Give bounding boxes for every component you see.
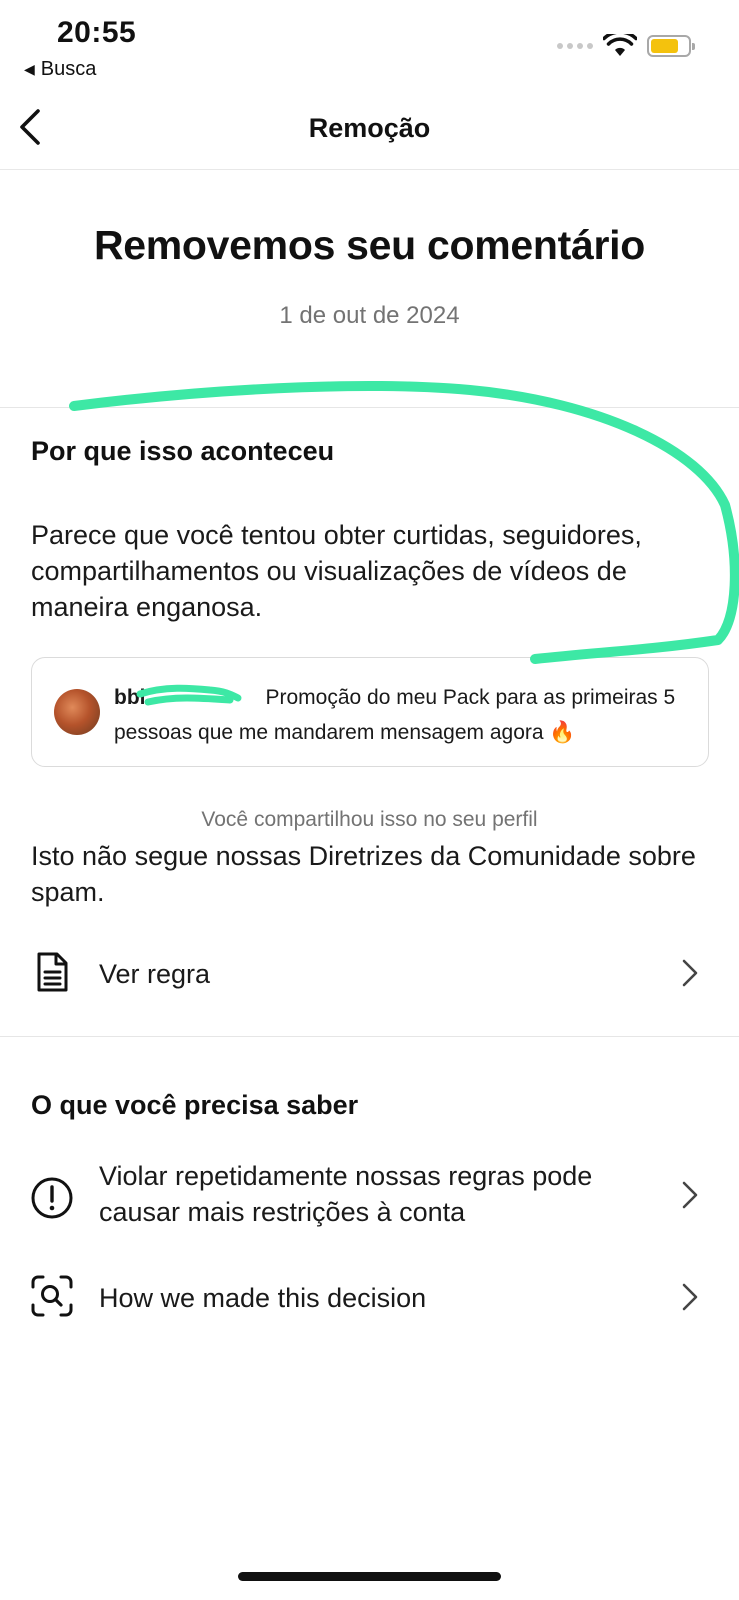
page-title: Remoção — [308, 113, 431, 143]
violations-info-row[interactable]: Violar repetidamente nossas regras pode … — [0, 1158, 739, 1238]
section-divider — [0, 1036, 739, 1037]
guideline-text: Isto não segue nossas Diretrizes da Comu… — [31, 841, 696, 907]
avatar — [54, 689, 100, 735]
need-to-know-title: O que você precisa saber — [31, 1090, 359, 1120]
home-indicator[interactable] — [238, 1572, 501, 1581]
comment-text: bbi Promoção do meu Pack para as primeira… — [114, 680, 684, 750]
chevron-right-icon — [682, 1283, 698, 1311]
see-rule-label: Ver regra — [99, 959, 211, 989]
removed-comment-card: bbi Promoção do meu Pack para as primeira… — [31, 657, 709, 767]
back-app-label: Busca — [40, 58, 97, 80]
search-scan-icon — [31, 1275, 73, 1317]
section-divider — [0, 407, 739, 408]
comment-body: Promoção do meu Pack para as primeiras 5… — [114, 686, 676, 744]
document-icon — [37, 952, 68, 992]
decision-info-label: How we made this decision — [99, 1283, 427, 1313]
battery-icon — [647, 35, 695, 57]
why-explanation: Parece que você tentou obter curtidas, s… — [31, 520, 642, 622]
see-rule-row[interactable]: Ver regra — [0, 944, 739, 1004]
chevron-right-icon — [682, 959, 698, 987]
comment-username: bbi — [114, 686, 146, 709]
why-section-title: Por que isso aconteceu — [31, 436, 335, 466]
shared-caption: Você compartilhou isso no seu perfil — [201, 808, 538, 831]
chevron-right-icon — [682, 1181, 698, 1209]
removal-date: 1 de out de 2024 — [279, 302, 460, 329]
decision-info-row[interactable]: How we made this decision — [0, 1268, 739, 1328]
back-to-app-link[interactable]: ◀ Busca — [24, 58, 96, 81]
wifi-icon — [603, 34, 637, 56]
cellular-signal-icon — [557, 43, 593, 49]
status-time: 20:55 — [57, 16, 137, 49]
status-indicators — [557, 34, 695, 58]
navigation-bar: Remoção — [0, 95, 739, 170]
alert-circle-icon — [31, 1177, 73, 1219]
status-bar: 20:55 ◀ Busca — [0, 0, 739, 90]
violations-info-label: Violar repetidamente nossas regras pode … — [99, 1161, 593, 1227]
back-triangle-icon: ◀ — [24, 61, 35, 77]
headline: Removemos seu comentário — [93, 222, 646, 268]
